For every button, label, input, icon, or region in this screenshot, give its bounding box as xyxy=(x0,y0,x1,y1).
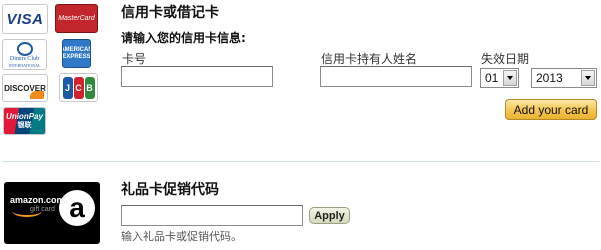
card-number-input[interactable] xyxy=(121,66,273,87)
expiry-month-value: 01 xyxy=(485,71,499,85)
gift-card-helper-text: 输入礼品卡或促销代码。 xyxy=(121,230,242,243)
jcb-letter-c: C xyxy=(73,76,84,99)
jcb-letter-b: B xyxy=(84,76,95,99)
discover-logo: DISCOVER xyxy=(2,74,48,102)
section-divider xyxy=(2,161,600,162)
gift-card-brand-text: amazon.com xyxy=(10,195,65,205)
add-card-button[interactable]: Add your card xyxy=(505,99,597,120)
gift-card-sub-text: gift card xyxy=(30,206,55,213)
chevron-down-icon xyxy=(581,70,595,86)
visa-logo: VISA xyxy=(2,4,48,34)
unionpay-logo: UnionPay 银联 xyxy=(3,107,46,135)
credit-card-prompt: 请输入您的信用卡信息: xyxy=(121,31,246,45)
amazon-gift-card-image: amazon.com gift card a xyxy=(4,182,100,244)
unionpay-logo-cn-text: 银联 xyxy=(17,122,32,129)
expiry-date-label: 失效日期 xyxy=(481,52,530,66)
credit-card-section-title: 信用卡或借记卡 xyxy=(121,5,219,21)
expiry-year-select[interactable]: 2013 xyxy=(531,68,597,88)
visa-logo-text: VISA xyxy=(6,10,44,28)
cardholder-name-input[interactable] xyxy=(320,66,472,87)
expiry-year-value: 2013 xyxy=(536,71,563,85)
amazon-a-icon: a xyxy=(59,190,95,226)
amex-logo-text: AMERICAN EXPRESS xyxy=(62,46,91,60)
chevron-down-icon xyxy=(503,70,517,86)
discover-logo-text: DISCOVER xyxy=(4,83,46,93)
card-number-label: 卡号 xyxy=(122,52,147,66)
diners-logo-text: Diners Club xyxy=(9,56,40,62)
apply-button[interactable]: Apply xyxy=(309,207,350,224)
diners-logo-subtext: INTERNATIONAL xyxy=(8,63,41,68)
mastercard-logo: MasterCard xyxy=(55,4,98,33)
diners-mark-icon xyxy=(16,42,33,56)
diners-club-logo: Diners Club INTERNATIONAL xyxy=(2,39,47,70)
mastercard-logo-text: MasterCard xyxy=(58,15,95,22)
jcb-logo: J C B xyxy=(59,73,98,102)
gift-card-section-title: 礼品卡促销代码 xyxy=(121,182,219,198)
unionpay-logo-text: UnionPay xyxy=(6,112,43,121)
expiry-month-select[interactable]: 01 xyxy=(480,68,519,88)
gift-card-code-input[interactable] xyxy=(121,205,303,226)
american-express-logo: AMERICAN EXPRESS xyxy=(62,39,91,68)
jcb-letter-j: J xyxy=(62,76,73,99)
cardholder-name-label: 信用卡持有人姓名 xyxy=(321,52,418,66)
